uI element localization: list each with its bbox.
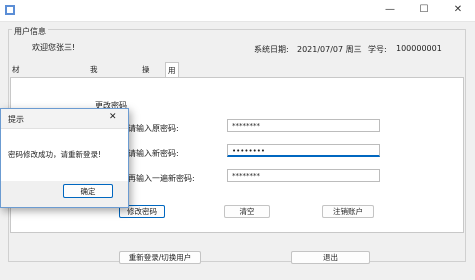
user-info-group-label: 用户信息 bbox=[12, 26, 48, 37]
student-id-value: 100000001 bbox=[396, 44, 442, 53]
cancel-account-button[interactable]: 注销账户 bbox=[322, 205, 374, 218]
tab-my-borrow[interactable]: 我的借用查询 bbox=[88, 64, 100, 134]
dialog-close-icon[interactable]: ✕ bbox=[109, 112, 117, 122]
clear-button[interactable]: 清空 bbox=[224, 205, 270, 218]
dialog-title: 提示 bbox=[8, 115, 24, 124]
maximize-button[interactable]: ☐ bbox=[407, 0, 441, 21]
confirm-password-label: 再输入一遍新密码: bbox=[128, 174, 195, 183]
message-dialog: 提示 ✕ 密码修改成功，请重新登录! 确定 bbox=[0, 108, 129, 208]
tab-material-query[interactable]: 材料剩余量信息查询 bbox=[10, 64, 22, 170]
new-password-field[interactable]: •••••••• bbox=[227, 144, 380, 157]
old-password-field[interactable]: ******** bbox=[227, 119, 380, 132]
relogin-button[interactable]: 重新登录/切换用户 bbox=[119, 251, 201, 264]
exit-button[interactable]: 退出 bbox=[291, 251, 370, 264]
date-value: 2021/07/07 周三 bbox=[297, 45, 362, 54]
confirm-password-field[interactable]: ******** bbox=[227, 169, 380, 182]
welcome-text: 欢迎您张三! bbox=[32, 43, 76, 52]
dialog-ok-button[interactable]: 确定 bbox=[63, 184, 113, 198]
minimize-button[interactable]: — bbox=[373, 0, 407, 21]
student-id-label: 学号: bbox=[368, 45, 387, 54]
new-password-label: 请输入新密码: bbox=[128, 149, 179, 158]
date-label: 系统日期: bbox=[254, 45, 289, 54]
tab-operations[interactable]: 操作 bbox=[140, 64, 152, 86]
old-password-label: 请输入原密码: bbox=[128, 124, 179, 133]
dialog-message: 密码修改成功，请重新登录! bbox=[8, 150, 102, 159]
close-button[interactable]: ✕ bbox=[441, 0, 475, 21]
tab-user-settings[interactable]: 用户信息设置 bbox=[165, 62, 179, 150]
app-icon bbox=[5, 5, 15, 15]
